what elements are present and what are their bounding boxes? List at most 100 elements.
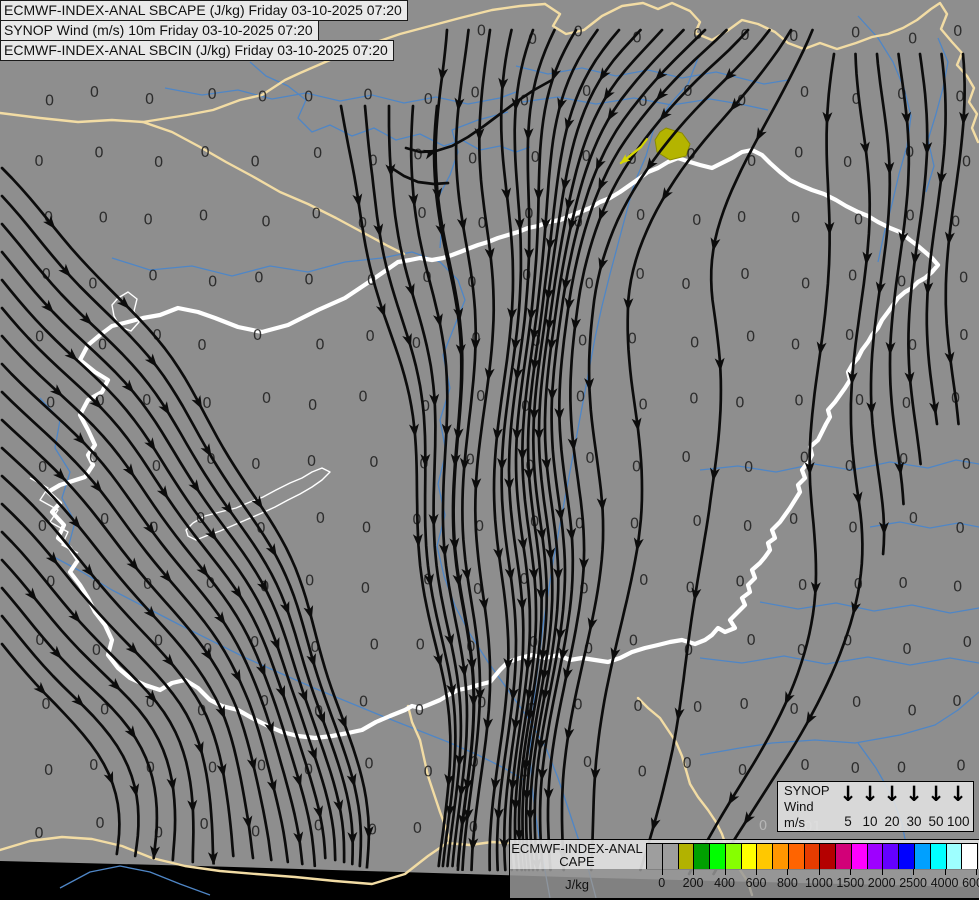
cape-color-cell	[678, 844, 694, 869]
cape-color-cell	[930, 844, 946, 869]
zero-label: 0	[682, 754, 692, 772]
wind-legend-labels: SYNOP Wind m/s	[778, 782, 833, 831]
zero-label: 0	[848, 267, 858, 285]
zero-label: 0	[639, 571, 649, 589]
zero-label: 0	[251, 823, 261, 841]
zero-label: 0	[362, 518, 372, 536]
cape-tick-label: 6000	[954, 876, 979, 890]
zero-label: 0	[251, 455, 261, 473]
cape-color-cell	[882, 844, 898, 869]
zero-label: 0	[197, 336, 207, 354]
zero-label: 0	[693, 698, 703, 716]
cape-color-cell	[914, 844, 930, 869]
cape-legend-top-band: ECMWF-INDEX-ANAL CAPE	[510, 840, 979, 869]
cape-color-cell	[647, 844, 662, 869]
cape-color-cell	[693, 844, 709, 869]
zero-label: 0	[413, 146, 423, 164]
zero-label: 0	[304, 88, 314, 106]
zero-label: 0	[630, 515, 640, 533]
wind-legend-param: Wind	[784, 800, 833, 813]
zero-label: 0	[902, 394, 912, 412]
zero-label: 0	[744, 458, 754, 476]
wind-arrow-icons: ↓↓↓↓↓↓	[837, 782, 969, 808]
zero-label: 0	[415, 701, 425, 719]
cape-tick	[850, 869, 851, 875]
cape-tick	[725, 869, 726, 875]
cape-tick	[662, 869, 663, 875]
zero-label: 0	[315, 336, 325, 354]
cape-color-cell	[961, 844, 977, 869]
wind-legend-units: m/s	[784, 816, 833, 829]
zero-label: 0	[95, 814, 105, 832]
wind-down-arrow-icon: ↓	[903, 782, 925, 808]
wind-legend: SYNOP Wind m/s ↓↓↓↓↓↓ 510203050100	[777, 781, 974, 832]
zero-label: 0	[412, 334, 422, 352]
zero-label: 0	[851, 24, 861, 42]
zero-label: 0	[635, 265, 645, 283]
zero-label: 0	[369, 453, 379, 471]
zero-label: 0	[364, 754, 374, 772]
zero-label: 0	[34, 824, 44, 842]
wind-legend-source: SYNOP	[784, 784, 833, 797]
zero-label: 0	[363, 85, 373, 103]
zero-label: 0	[735, 394, 745, 412]
cape-legend-label: ECMWF-INDEX-ANAL CAPE	[510, 842, 644, 868]
zero-label: 0	[253, 326, 263, 344]
zero-label: 0	[576, 388, 586, 406]
zero-label: 0	[585, 449, 595, 467]
wind-down-arrow-icon: ↓	[947, 782, 969, 808]
zero-label: 0	[690, 334, 700, 352]
zero-label: 0	[689, 389, 699, 407]
zero-label: 0	[261, 213, 271, 231]
zero-label: 0	[254, 269, 264, 287]
zero-label: 0	[304, 270, 314, 288]
zero-label: 0	[789, 510, 799, 528]
cape-color-cell	[756, 844, 772, 869]
zero-label: 0	[585, 275, 595, 293]
zero-label: 0	[843, 153, 853, 171]
cape-tick	[913, 869, 914, 875]
zero-label: 0	[791, 335, 801, 353]
zero-label: 0	[794, 143, 804, 161]
zero-label: 0	[578, 331, 588, 349]
zero-label: 0	[413, 819, 423, 837]
zero-label: 0	[851, 759, 861, 777]
cape-legend-param: CAPE	[510, 855, 644, 868]
zero-label: 0	[370, 635, 380, 653]
zero-label: 0	[208, 273, 218, 291]
wind-speed-values: 510203050100	[837, 814, 969, 831]
zero-label: 0	[845, 326, 855, 344]
zero-label: 0	[258, 88, 268, 106]
wind-speed-value: 30	[903, 814, 925, 829]
cape-tick	[693, 869, 694, 875]
zero-label: 0	[956, 756, 966, 774]
zero-label: 0	[250, 153, 260, 171]
zero-label: 0	[681, 275, 691, 293]
zero-label: 0	[308, 396, 318, 414]
wind-speed-value: 100	[947, 814, 969, 829]
zero-label: 0	[953, 22, 963, 40]
zero-label: 0	[262, 389, 272, 407]
zero-label: 0	[257, 756, 267, 774]
wind-speed-value: 50	[925, 814, 947, 829]
cape-color-cell	[725, 844, 741, 869]
zero-label: 0	[746, 631, 756, 649]
zero-label: 0	[305, 572, 315, 590]
zero-label: 0	[746, 328, 756, 346]
zero-label: 0	[361, 579, 371, 597]
zero-label: 0	[791, 209, 801, 227]
zero-label: 0	[94, 143, 104, 161]
zero-label: 0	[897, 759, 907, 777]
zero-label: 0	[312, 205, 322, 223]
zero-label: 0	[423, 762, 433, 780]
cape-color-cell	[835, 844, 851, 869]
zero-label: 0	[89, 756, 99, 774]
zero-label: 0	[959, 269, 969, 287]
title-sbcin: ECMWF-INDEX-ANAL SBCIN (J/kg) Friday 03-…	[0, 40, 394, 61]
cape-color-cell	[709, 844, 725, 869]
zero-label: 0	[636, 206, 646, 224]
cape-tick	[819, 869, 820, 875]
zero-label: 0	[898, 574, 908, 592]
zero-label: 0	[739, 695, 749, 713]
zero-label: 0	[143, 211, 153, 229]
